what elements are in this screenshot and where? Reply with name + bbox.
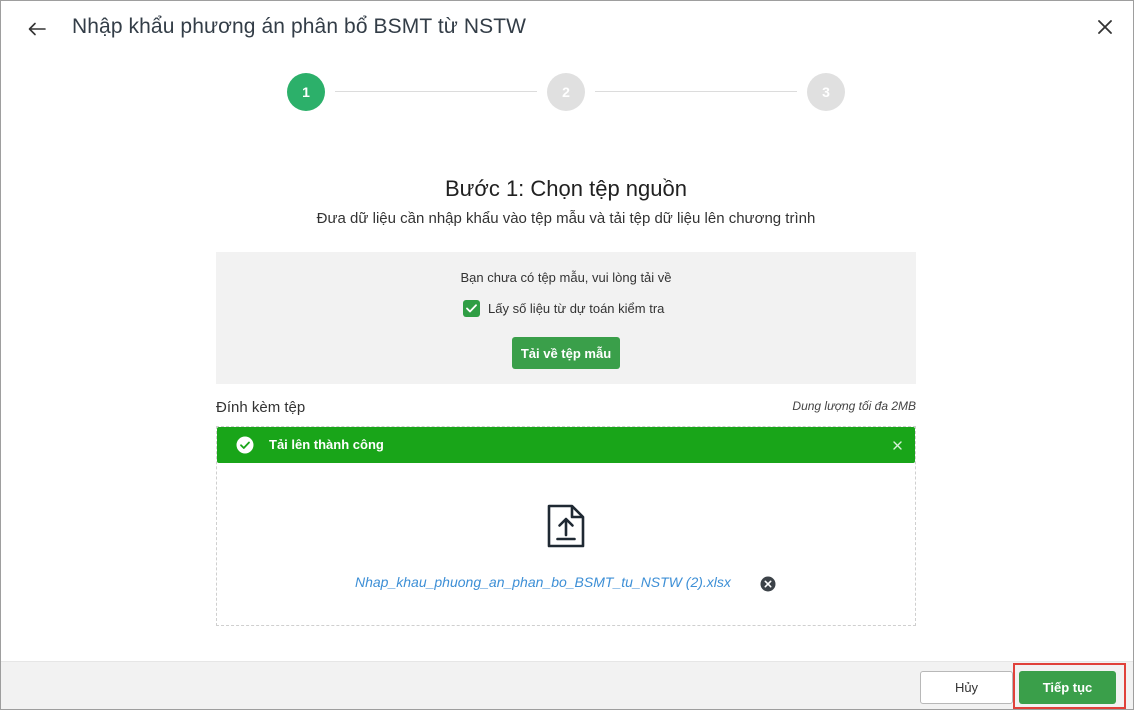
dialog-title: Nhập khẩu phương án phân bổ BSMT từ NSTW xyxy=(72,15,527,38)
uploaded-file-link[interactable]: Nhap_khau_phuong_an_phan_bo_BSMT_tu_NSTW… xyxy=(355,574,731,590)
file-upload-icon xyxy=(547,504,585,548)
step-3-indicator: 3 xyxy=(807,73,845,111)
checkmark-icon xyxy=(466,303,477,312)
estimate-checkbox-row[interactable]: Lấy số liệu từ dự toán kiểm tra xyxy=(463,299,664,317)
step-description: Đưa dữ liệu cần nhập khẩu vào tệp mẫu và… xyxy=(316,210,816,227)
attachment-label: Đính kèm tệp xyxy=(216,399,306,416)
template-note: Bạn chưa có tệp mẫu, vui lòng tải về xyxy=(460,270,672,285)
step-connector xyxy=(335,91,537,92)
back-button[interactable] xyxy=(22,14,52,44)
dismiss-alert-button[interactable] xyxy=(889,437,905,453)
step-connector xyxy=(595,91,797,92)
remove-file-icon[interactable] xyxy=(760,576,776,592)
next-button[interactable]: Tiếp tục xyxy=(1019,671,1116,704)
step-2-indicator: 2 xyxy=(547,73,585,111)
check-circle-icon xyxy=(236,436,254,454)
estimate-checkbox-label: Lấy số liệu từ dự toán kiểm tra xyxy=(488,300,665,316)
step-title: Bước 1: Chọn tệp nguồn xyxy=(445,176,687,201)
template-panel: Bạn chưa có tệp mẫu, vui lòng tải về Lấy… xyxy=(216,252,916,384)
cancel-button[interactable]: Hủy xyxy=(920,671,1013,704)
arrow-left-icon xyxy=(28,22,46,36)
step-1-indicator: 1 xyxy=(287,73,325,111)
close-icon xyxy=(892,440,902,450)
upload-success-alert: Tải lên thành công xyxy=(217,427,915,463)
estimate-checkbox[interactable] xyxy=(463,299,480,317)
close-button[interactable] xyxy=(1090,12,1120,42)
dialog-header: Nhập khẩu phương án phân bổ BSMT từ NSTW xyxy=(0,0,1132,56)
download-template-button[interactable]: Tải về tệp mẫu xyxy=(512,337,620,369)
close-icon xyxy=(1098,20,1112,34)
max-size-note: Dung lượng tối đa 2MB xyxy=(792,399,916,413)
success-message: Tải lên thành công xyxy=(269,437,384,452)
stepper: 1 2 3 xyxy=(287,73,847,111)
